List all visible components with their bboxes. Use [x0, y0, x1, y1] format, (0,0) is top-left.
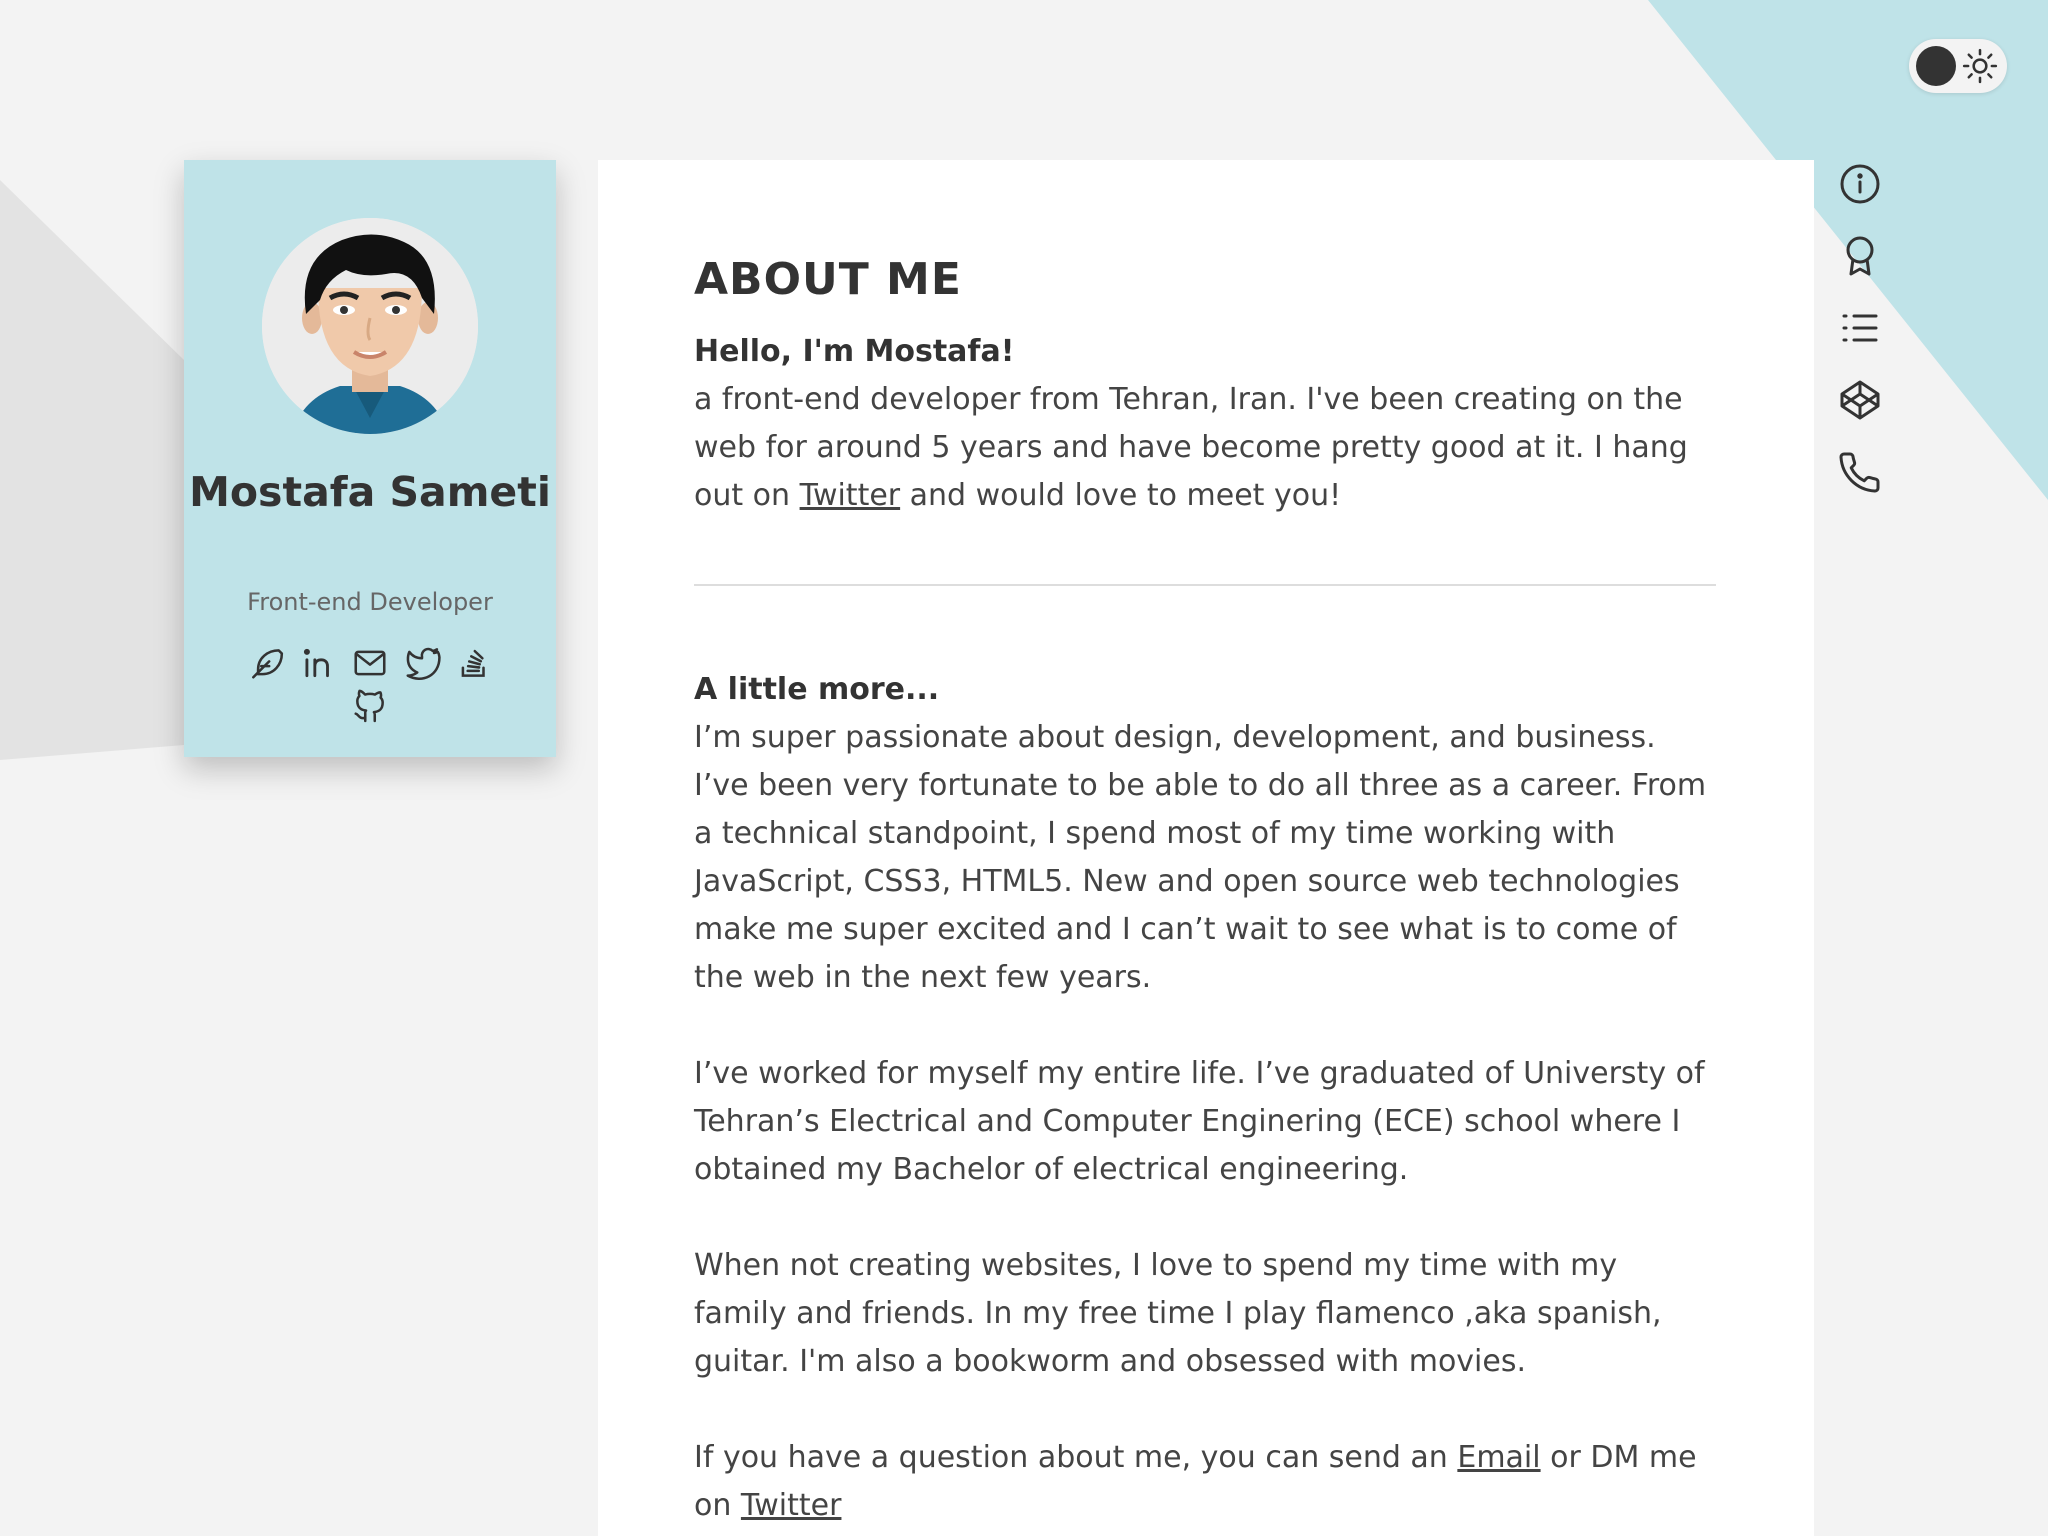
email-link[interactable]: Email — [1457, 1440, 1540, 1475]
nav-phone-icon[interactable] — [1836, 448, 1884, 496]
section-divider — [694, 584, 1716, 586]
nav-codepen-icon[interactable] — [1836, 376, 1884, 424]
feather-icon[interactable] — [247, 644, 285, 682]
paragraph-passion: I’m super passionate about design, devel… — [694, 720, 1707, 995]
sun-icon — [1961, 47, 1999, 85]
twitter-link[interactable]: Twitter — [800, 478, 901, 513]
avatar — [262, 218, 478, 434]
page-title: ABOUT ME — [694, 254, 962, 305]
social-links — [244, 644, 496, 724]
toggle-knob — [1916, 46, 1956, 86]
profile-card: Mostafa Sameti Front-end Developer — [184, 160, 556, 757]
contact-paragraph: If you have a question about me, you can… — [694, 1434, 1716, 1530]
github-icon[interactable] — [351, 686, 389, 724]
about-section: ABOUT ME Hello, I'm Mostafa! a front-end… — [694, 252, 1716, 1530]
content-panel: ABOUT ME Hello, I'm Mostafa! a front-end… — [598, 160, 1814, 1536]
nav-about-info-icon[interactable] — [1836, 160, 1884, 208]
side-nav — [1836, 160, 1884, 520]
profile-role: Front-end Developer — [247, 588, 493, 616]
intro-text-end: and would love to meet you! — [900, 478, 1342, 513]
stackoverflow-icon[interactable] — [455, 644, 493, 682]
intro-paragraph: a front-end developer from Tehran, Iran.… — [694, 376, 1716, 520]
contact-text: If you have a question about me, you can… — [694, 1440, 1458, 1475]
nav-award-icon[interactable] — [1836, 232, 1884, 280]
greeting-heading: Hello, I'm Mostafa! — [694, 334, 1015, 369]
mail-icon[interactable] — [351, 644, 389, 682]
twitter-dm-link[interactable]: Twitter — [741, 1488, 842, 1523]
more-heading: A little more... — [694, 672, 940, 707]
linkedin-icon[interactable] — [299, 644, 337, 682]
twitter-icon[interactable] — [403, 644, 441, 682]
paragraph-education: I’ve worked for myself my entire life. I… — [694, 1056, 1705, 1187]
nav-list-icon[interactable] — [1836, 304, 1884, 352]
theme-toggle[interactable] — [1909, 39, 2007, 93]
paragraph-hobbies: When not creating websites, I love to sp… — [694, 1248, 1662, 1379]
profile-name: Mostafa Sameti — [189, 468, 551, 516]
